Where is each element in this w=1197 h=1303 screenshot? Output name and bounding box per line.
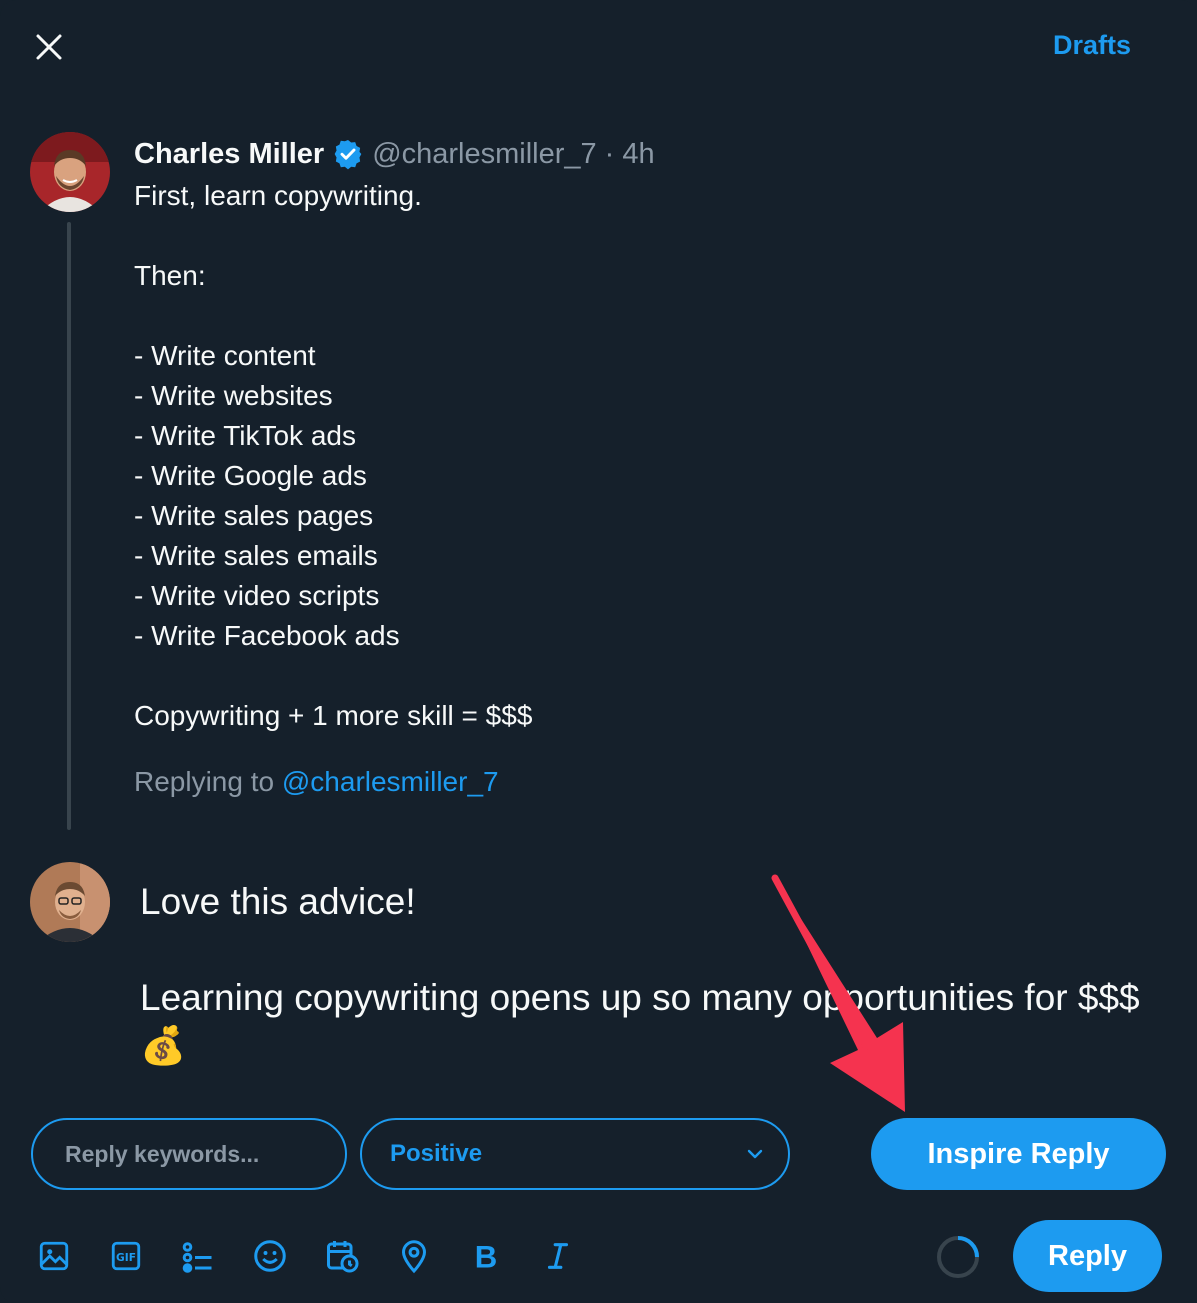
verified-badge-icon xyxy=(334,140,362,170)
inspire-reply-button[interactable]: Inspire Reply xyxy=(871,1118,1166,1190)
tweet-timestamp[interactable]: 4h xyxy=(622,138,654,171)
schedule-icon xyxy=(327,1241,359,1273)
replying-to-label: Replying to @charlesmiller_7 xyxy=(134,766,499,798)
tweet-line: - Write TikTok ads xyxy=(134,420,356,451)
replying-to-mention[interactable]: @charlesmiller_7 xyxy=(282,766,499,797)
location-icon xyxy=(401,1240,427,1274)
chevron-down-icon xyxy=(747,1149,763,1159)
replying-prefix: Replying to xyxy=(134,766,275,797)
character-count-progress xyxy=(937,1236,979,1278)
media-button[interactable] xyxy=(34,1236,74,1276)
tweet-line: - Write sales emails xyxy=(134,540,378,571)
bold-button[interactable]: B xyxy=(466,1236,506,1276)
drafts-link[interactable]: Drafts xyxy=(1053,30,1131,61)
svg-text:B: B xyxy=(475,1239,498,1273)
author-name[interactable]: Charles Miller xyxy=(134,138,324,171)
tweet-text: First, learn copywriting. Then: - Write … xyxy=(134,176,1034,736)
schedule-button[interactable] xyxy=(322,1236,362,1276)
tweet-line: Copywriting + 1 more skill = $$$ xyxy=(134,700,533,731)
tweet-header: Charles Miller @charlesmiller_7 · 4h xyxy=(134,134,655,174)
reply-modal: Drafts Charles Miller @charlesmiller_7 ·… xyxy=(0,0,1197,1303)
tweet-line: - Write websites xyxy=(134,380,333,411)
thread-connector-line xyxy=(67,222,71,830)
reply-keywords-input[interactable] xyxy=(31,1118,347,1190)
reply-button[interactable]: Reply xyxy=(1013,1220,1162,1292)
close-icon xyxy=(36,34,62,60)
tweet-line: - Write video scripts xyxy=(134,580,380,611)
tweet-line xyxy=(134,296,1034,336)
tone-selected-value: Positive xyxy=(390,1140,483,1167)
reply-textarea[interactable]: Love this advice! Learning copywriting o… xyxy=(140,878,1150,1070)
reply-line: Love this advice! xyxy=(140,881,416,922)
gif-icon: GIF xyxy=(111,1241,141,1271)
location-button[interactable] xyxy=(394,1236,434,1276)
image-icon xyxy=(39,1241,69,1271)
separator-dot: · xyxy=(604,137,615,170)
poll-button[interactable] xyxy=(178,1236,218,1276)
gif-button[interactable]: GIF xyxy=(106,1236,146,1276)
emoji-button[interactable] xyxy=(250,1236,290,1276)
bold-icon: B xyxy=(475,1239,498,1273)
user-avatar[interactable] xyxy=(30,862,110,942)
tweet-line: - Write sales pages xyxy=(134,500,374,531)
tweet-line xyxy=(134,216,1034,256)
italic-button[interactable] xyxy=(538,1236,578,1276)
tweet-line: Then: xyxy=(134,260,206,291)
svg-text:GIF: GIF xyxy=(116,1251,136,1264)
reply-blank-line xyxy=(140,926,1150,974)
italic-icon xyxy=(547,1243,569,1269)
emoji-icon xyxy=(254,1240,286,1272)
tone-dropdown[interactable]: Positive xyxy=(360,1118,790,1190)
tweet-line: First, learn copywriting. xyxy=(134,180,422,211)
tweet-line: - Write Facebook ads xyxy=(134,620,400,651)
tweet-line xyxy=(134,656,1034,696)
poll-icon xyxy=(182,1242,212,1273)
author-handle[interactable]: @charlesmiller_7 xyxy=(372,138,596,171)
author-avatar[interactable] xyxy=(30,132,110,212)
close-button[interactable] xyxy=(26,24,72,70)
tweet-line: - Write content xyxy=(134,340,316,371)
tweet-line: - Write Google ads xyxy=(134,460,367,491)
reply-line: Learning copywriting opens up so many op… xyxy=(140,977,1140,1066)
